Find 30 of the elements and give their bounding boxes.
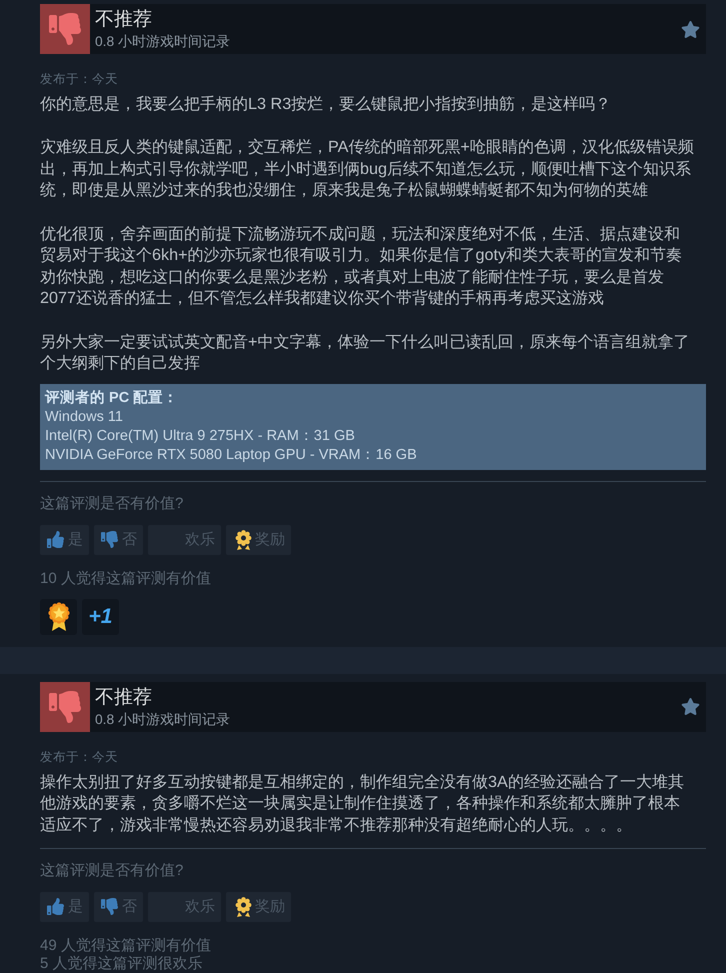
vote-count: 49 人觉得这篇评测有价值 [40, 936, 212, 954]
vote-count: 10 人觉得这篇评测有价值 [40, 570, 212, 588]
thumbs-down-icon [101, 531, 118, 548]
thumbs-up-icon [47, 898, 64, 915]
specs-line: Intel(R) Core(TM) Ultra 9 275HX - RAM：31 GB [45, 426, 356, 446]
review-paragraph: 另外大家一定要试试英文配音+中文字幕，体验一下什么叫已读乱回，原来每个语言组就拿了 个大纲剩下的自己发挥 [40, 332, 690, 374]
rosette-icon [234, 896, 253, 916]
specs-line: Windows 11 [45, 408, 124, 427]
posted-date: 发布于：今天 [40, 71, 119, 88]
review-paragraph: 操作太别扭了好多互动按键都是互相绑定的，制作组完全没有做3A的经验还融合了一大堆其 他游戏的要素，贪多嚼不烂这一块属实是让制作住摸透了，各种操作和系统都太臃肿了根本 适应不了，游戏非常慢热还容易劝退我非常不推荐那种没有超绝耐心的人玩。。。。 [40, 772, 685, 836]
playtime-text: 0.8 小时游戏时间记录 [95, 34, 230, 50]
playtime-text: 0.8 小时游戏时间记录 [95, 712, 230, 728]
helpful-question: 这篇评测是否有价值? [40, 860, 184, 880]
helpful-question: 这篇评测是否有价值? [40, 494, 184, 514]
star-icon[interactable] [681, 697, 700, 716]
medal-icon [40, 598, 77, 635]
vote-count: 5 人觉得这篇评测很欢乐 [40, 954, 204, 972]
thumbs-up-icon [47, 531, 64, 548]
rosette-icon [234, 530, 253, 550]
posted-date: 发布于：今天 [40, 748, 119, 766]
verdict-title: 不推荐 [95, 9, 153, 31]
review-paragraph: 优化很顶，舍弃画面的前提下流畅游玩不成问题，玩法和深度绝对不低，生活、据点建设和 贸易对于我这个6kh+的沙亦玩家也很有吸引力。如果你是信了goty和类大表哥的宣发和节奏 劝你快跑，想吃这口的你要么是黑沙老粉，或者真对上电波了能耐住性子玩，要么是首发 2077还说香的猛士，但不管怎么样我都建议你买个带背键的手柄再考虑买这游戏 [40, 224, 684, 310]
review-paragraph: 灾难级且反人类的键鼠适配，交互稀烂，PA传统的暗部死黑+呛眼睛的色调，汉化低级错误频 出，再加上构式引导你就学吧，半小时遇到俩bug后续不知道怎么玩，顺便吐槽下这个知识系 统，即使是从黑沙过来的我也没绷住，原来我是兔子松鼠蝴蝶蜻蜓都不知为何物的英雄 [40, 137, 695, 202]
thumbs-down-icon [101, 898, 118, 915]
specs-title: 评测者的 PC 配置： [45, 388, 180, 408]
review-paragraph: 你的意思是，我要么把手柄的L3 R3按烂，要么键鼠把小指按到抽筋，是这样吗？ [40, 94, 612, 115]
plus-one-badge: +1 [82, 598, 119, 635]
verdict-title: 不推荐 [95, 686, 153, 709]
star-icon[interactable] [681, 20, 700, 38]
specs-line: NVIDIA GeForce RTX 5080 Laptop GPU - VRAM：16 GB [45, 446, 418, 465]
